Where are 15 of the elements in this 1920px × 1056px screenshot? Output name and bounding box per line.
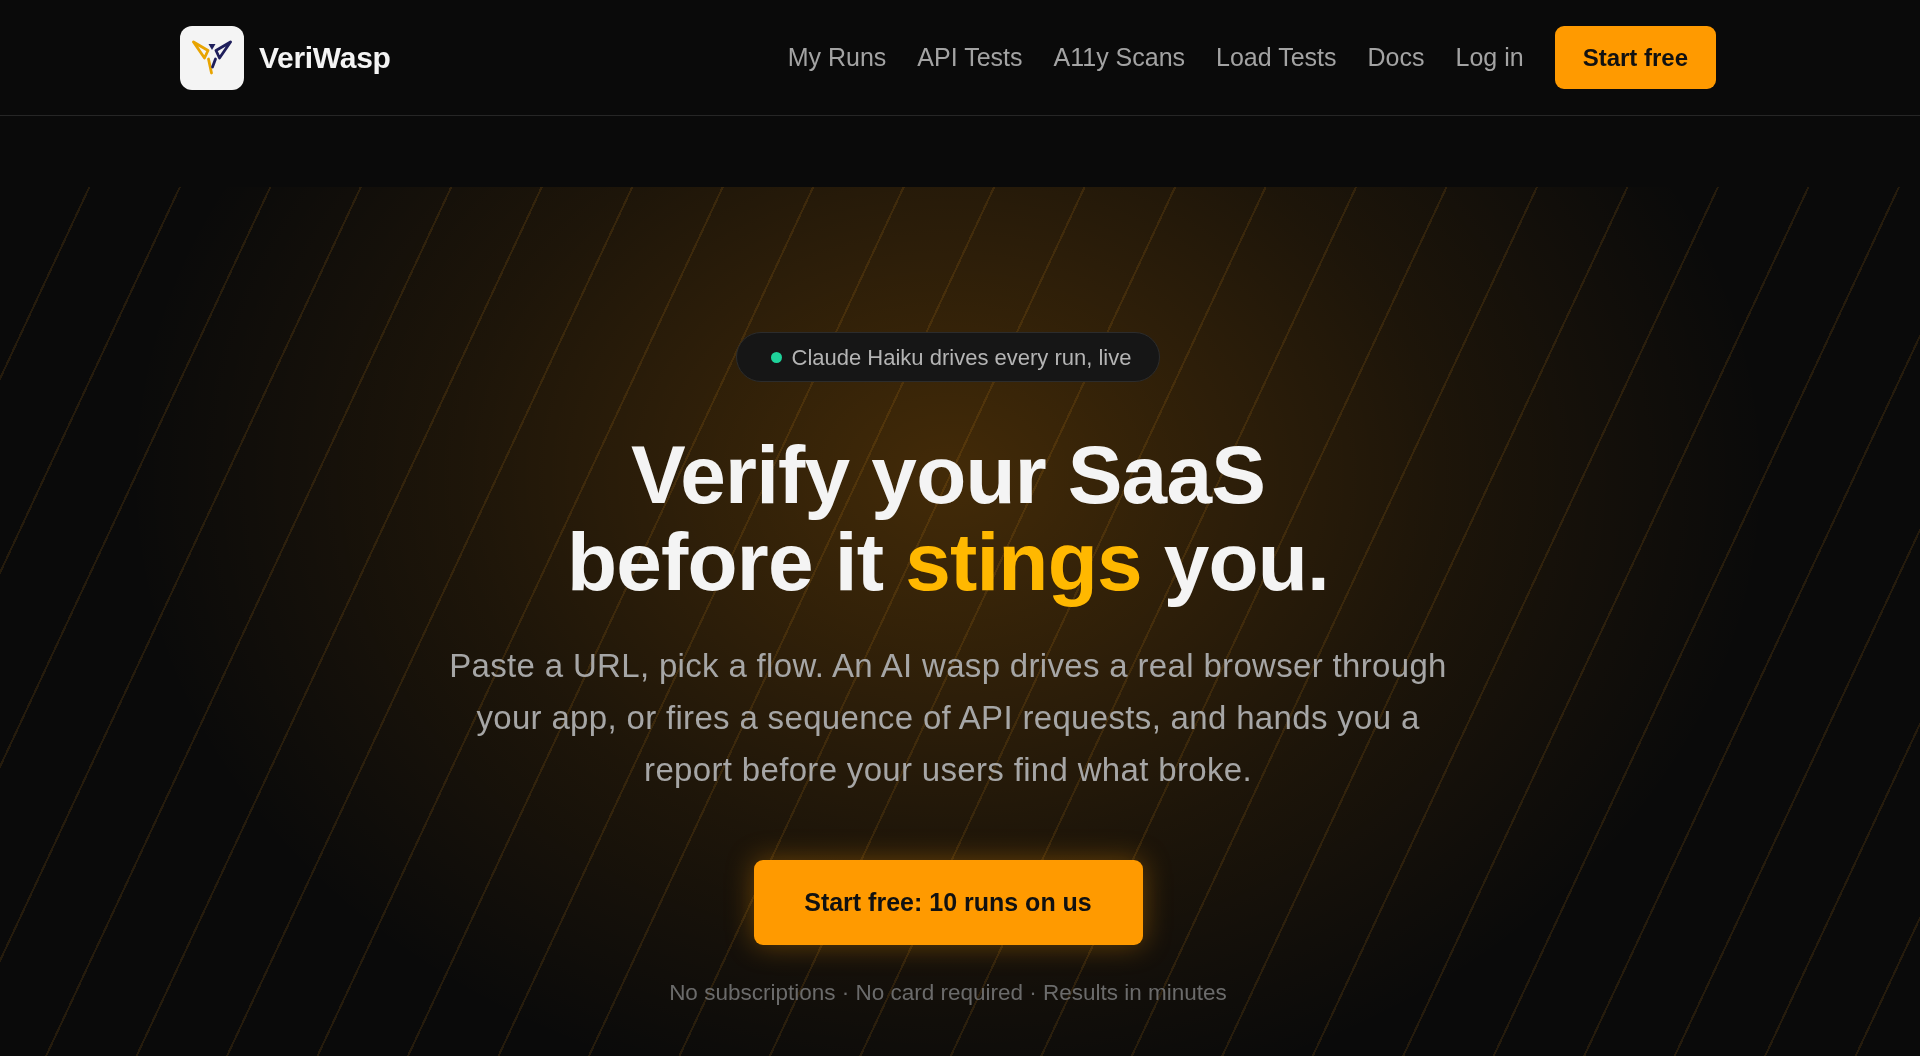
brand-name: VeriWasp — [259, 40, 391, 76]
nav-link[interactable]: Load Tests — [1216, 38, 1337, 77]
start-free-cta-button[interactable]: Start free: 10 runs on us — [753, 860, 1143, 945]
nav-link[interactable]: My Runs — [787, 38, 887, 77]
nav-link[interactable]: Docs — [1367, 38, 1425, 77]
hero-description: Paste a URL, pick a flow. An AI wasp drives a real browser through your app, or fires a sequence of API requests, and hands you a report before your users find what broke. — [448, 646, 1448, 790]
wasp-logo-icon — [192, 39, 232, 76]
nav-link[interactable]: Log in — [1455, 38, 1524, 77]
nav-link[interactable]: A11y Scans — [1053, 38, 1186, 77]
logo-tile[interactable] — [180, 25, 244, 90]
hero-heading: Verify your SaaS before it stings you. — [567, 431, 1329, 605]
nav-link[interactable]: API Tests — [917, 38, 1023, 77]
hero-note: No subscriptions · No card required · Results in minutes — [669, 979, 1227, 1007]
start-free-button[interactable]: Start free — [1554, 26, 1716, 89]
badge-text: Claude Haiku drives every run, live — [791, 343, 1132, 372]
